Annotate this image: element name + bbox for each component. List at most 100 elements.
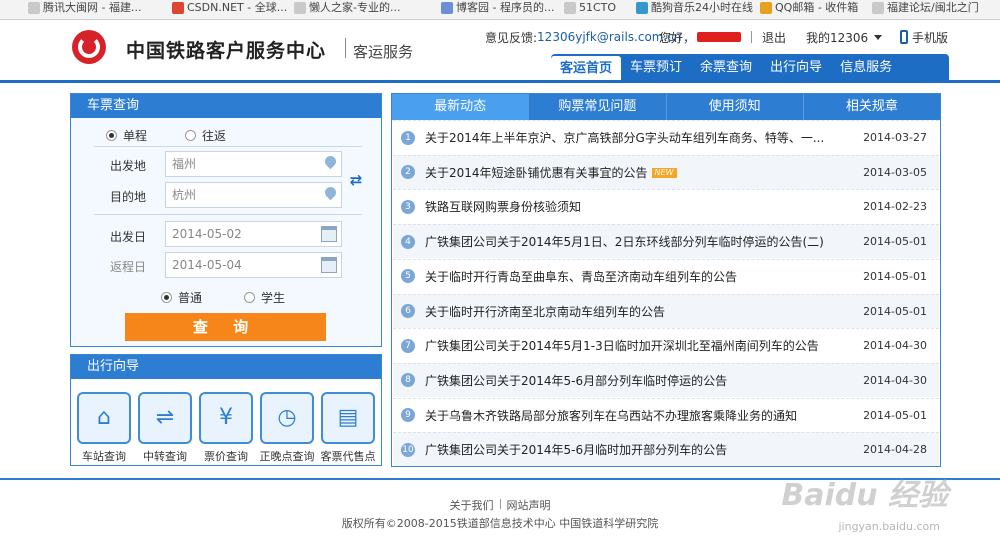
bookmark-item[interactable]: QQ邮箱 - 收件箱: [760, 1, 858, 15]
bookmark-item[interactable]: 福建论坛/闽北之门: [872, 1, 979, 15]
passenger-type-student[interactable]: 学生: [244, 289, 285, 306]
divider: [499, 499, 501, 509]
return-date-input[interactable]: 2014-05-04: [165, 252, 342, 278]
return-date-label: 返程日: [110, 260, 147, 274]
guide-ticket-agency[interactable]: ▤ 客票代售点: [320, 392, 376, 464]
favicon-icon: [28, 2, 40, 14]
guide-fare-query[interactable]: ¥ 票价查询: [198, 392, 254, 464]
bookmark-item[interactable]: 51CTO: [564, 1, 616, 15]
item-number: 2: [401, 165, 415, 180]
news-row[interactable]: 9 关于乌鲁木齐铁路局部分旅客列车在乌西站不办理旅客乘降业务的通知 2014-05-…: [393, 397, 939, 432]
favicon-icon: [441, 2, 453, 14]
username-redacted[interactable]: [697, 32, 742, 42]
news-date: 2014-04-28: [863, 443, 927, 457]
site-title[interactable]: 中国铁路客户服务中心: [126, 36, 326, 63]
news-title-link[interactable]: 关于临时开行青岛至曲阜东、青岛至济南动车组列车的公告: [425, 268, 859, 285]
tab-notes[interactable]: 使用须知: [667, 94, 804, 120]
favicon-icon: [294, 2, 306, 14]
news-date: 2014-04-30: [863, 339, 927, 353]
favicon-icon: [872, 2, 884, 14]
nav-booking[interactable]: 车票预订: [621, 54, 691, 82]
news-date: 2014-04-30: [863, 373, 927, 387]
news-row[interactable]: 2 关于2014年短途卧铺优惠有关事宜的公告 NEW 2014-03-05: [393, 154, 939, 189]
swap-stations-icon[interactable]: ⇄: [348, 172, 364, 188]
query-button[interactable]: 查 询: [125, 313, 326, 341]
news-title-link[interactable]: 广铁集团公司关于2014年5-6月部分列车临时停运的公告: [425, 372, 859, 389]
news-row[interactable]: 10 广铁集团公司关于2014年5-6月临时加开部分列车的公告 2014-04-28: [393, 432, 939, 467]
trip-type-oneway[interactable]: 单程: [106, 127, 147, 144]
site-subtitle: 客运服务: [353, 43, 414, 61]
tab-faq[interactable]: 购票常见问题: [529, 94, 667, 120]
my-12306-menu[interactable]: 我的12306: [806, 29, 883, 45]
divider: [94, 146, 362, 147]
radio-icon: [244, 292, 255, 303]
to-station-input[interactable]: 杭州: [165, 182, 342, 208]
news-title-link[interactable]: 广铁集团公司关于2014年5月1日、2日东环线部分列车临时停运的公告(二): [425, 233, 859, 250]
header-divider: [0, 80, 1000, 83]
news-title-link[interactable]: 关于2014年上半年京沪、京广高铁部分G字头动车组列车商务、特等、一...: [425, 129, 859, 146]
depart-date-input[interactable]: 2014-05-02: [165, 221, 342, 247]
feedback-label: 意见反馈:: [485, 30, 538, 45]
news-row[interactable]: 6 关于临时开行济南至北京南动车组列车的公告 2014-05-01: [393, 293, 939, 328]
news-row[interactable]: 5 关于临时开行青岛至曲阜东、青岛至济南动车组列车的公告 2014-05-01: [393, 258, 939, 293]
bookmark-item[interactable]: 酷狗音乐24小时在线: [636, 1, 753, 15]
statement-link[interactable]: 网站声明: [507, 499, 551, 512]
item-number: 9: [401, 408, 415, 423]
new-badge: NEW: [651, 168, 677, 179]
news-row[interactable]: 8 广铁集团公司关于2014年5-6月部分列车临时停运的公告 2014-04-30: [393, 362, 939, 397]
bookmarks-bar: 腾讯大闽网 - 福建... CSDN.NET - 全球... 懒人之家-专业的.…: [0, 0, 1000, 20]
feedback: 意见反馈: 12306yjfk@rails.com.cn: [485, 29, 682, 45]
item-number: 7: [401, 338, 415, 353]
watermark: Baidu 经验: [781, 478, 948, 513]
tab-latest[interactable]: 最新动态: [392, 94, 530, 120]
logout-link[interactable]: 退出: [762, 29, 786, 46]
calendar-icon[interactable]: [321, 257, 337, 273]
news-tabs: 最新动态 购票常见问题 使用须知 相关规章: [392, 94, 940, 120]
mobile-link[interactable]: 手机版: [900, 29, 948, 45]
trip-type-roundtrip[interactable]: 往返: [185, 127, 226, 144]
bookmark-item[interactable]: 懒人之家-专业的...: [294, 1, 400, 15]
news-title-link[interactable]: 关于临时开行济南至北京南动车组列车的公告: [425, 303, 859, 320]
nav-info-service[interactable]: 信息服务: [831, 54, 901, 82]
radio-icon: [106, 130, 117, 141]
to-label: 目的地: [110, 190, 147, 204]
railway-logo-icon[interactable]: [72, 30, 106, 64]
divider: [751, 31, 753, 43]
news-panel: 最新动态 购票常见问题 使用须知 相关规章 1 关于2014年上半年京沪、京广高铁…: [391, 93, 941, 467]
news-row[interactable]: 3 铁路互联网购票身份核验须知 2014-02-23: [393, 189, 939, 223]
passenger-type-adult[interactable]: 普通: [161, 289, 202, 306]
about-link[interactable]: 关于我们: [450, 499, 494, 512]
news-title-link[interactable]: 关于2014年短途卧铺优惠有关事宜的公告 NEW: [425, 164, 859, 181]
bookmark-item[interactable]: CSDN.NET - 全球...: [172, 1, 287, 15]
news-row[interactable]: 1 关于2014年上半年京沪、京广高铁部分G字头动车组列车商务、特等、一... 20…: [393, 120, 939, 154]
guide-punctuality-query[interactable]: ◷ 正晚点查询: [259, 392, 315, 464]
news-row[interactable]: 7 广铁集团公司关于2014年5月1-3日临时加开深圳北至福州南间列车的公告 201…: [393, 328, 939, 362]
tab-regulations[interactable]: 相关规章: [804, 94, 940, 120]
bookmark-item[interactable]: 腾讯大闽网 - 福建...: [28, 1, 141, 15]
panel-title: 车票查询: [71, 94, 381, 118]
news-title-link[interactable]: 关于乌鲁木齐铁路局部分旅客列车在乌西站不办理旅客乘降业务的通知: [425, 407, 859, 424]
news-date: 2014-05-01: [863, 304, 927, 318]
favicon-icon: [760, 2, 772, 14]
divider: [94, 214, 362, 215]
news-title-link[interactable]: 铁路互联网购票身份核验须知: [425, 198, 859, 215]
news-title-link[interactable]: 广铁集团公司关于2014年5-6月临时加开部分列车的公告: [425, 441, 859, 458]
calendar-icon[interactable]: [321, 226, 337, 242]
item-number: 10: [401, 442, 415, 457]
guide-transfer-query[interactable]: ⇌ 中转查询: [137, 392, 193, 464]
nav-remaining-tickets[interactable]: 余票查询: [691, 54, 761, 82]
nav-travel-guide[interactable]: 出行向导: [761, 54, 831, 82]
bookmark-item[interactable]: 博客园 - 程序员的...: [441, 1, 554, 15]
news-date: 2014-03-05: [863, 165, 927, 179]
item-number: 6: [401, 304, 415, 318]
nav-home[interactable]: 客运首页: [551, 56, 622, 82]
news-date: 2014-05-01: [863, 408, 927, 422]
item-number: 3: [401, 199, 415, 214]
news-date: 2014-05-01: [863, 235, 927, 249]
my-12306-label: 我的12306: [806, 30, 869, 45]
from-station-input[interactable]: 福州: [165, 151, 342, 177]
guide-station-query[interactable]: ⌂ 车站查询: [76, 392, 132, 464]
news-title-link[interactable]: 广铁集团公司关于2014年5月1-3日临时加开深圳北至福州南间列车的公告: [425, 337, 859, 354]
news-row[interactable]: 4 广铁集团公司关于2014年5月1日、2日东环线部分列车临时停运的公告(二) 20…: [393, 224, 939, 259]
news-date: 2014-02-23: [863, 200, 927, 214]
